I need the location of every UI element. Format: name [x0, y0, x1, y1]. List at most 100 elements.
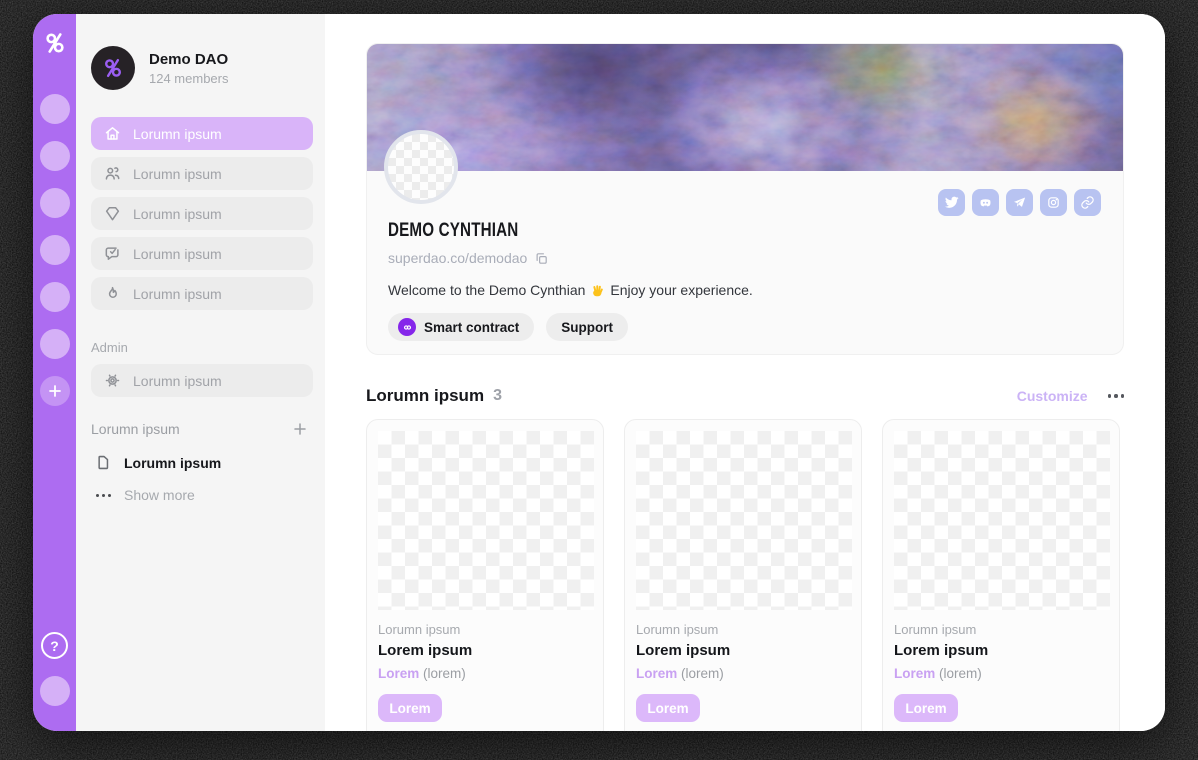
sidebar: Demo DAO 124 members Lorumn ipsum Lorumn…: [76, 14, 325, 731]
link-icon: [1081, 196, 1094, 209]
tier-action-button[interactable]: Lorem: [378, 694, 442, 722]
section-count: 3: [493, 387, 502, 404]
pages-section-title: Lorumn ipsum: [91, 421, 180, 437]
tier-title: Lorem ipsum: [894, 642, 989, 659]
instagram-link[interactable]: [1040, 189, 1067, 216]
discord-link[interactable]: [972, 189, 999, 216]
tier-overline: Lorumn ipsum: [636, 622, 719, 637]
document-icon: [98, 455, 109, 470]
section-more-icon[interactable]: [1107, 394, 1124, 398]
ellipsis-icon: [94, 493, 113, 497]
dao-placeholder-avatar[interactable]: [39, 329, 70, 359]
sidebar-item-label: Lorumn ipsum: [133, 245, 222, 262]
section-header-actions: Customize: [1017, 388, 1124, 404]
main-content: DEMO CYNTHIAN superdao.co/demodao Welcom…: [325, 14, 1165, 731]
dao-placeholder-avatar[interactable]: [39, 94, 70, 124]
contract-link-icon: [398, 318, 416, 336]
rail-bottom-group: ?: [39, 632, 70, 706]
customize-link[interactable]: Customize: [1017, 388, 1088, 404]
superdao-logo-icon: [105, 58, 122, 78]
tier-cards-row: Lorumn ipsum Lorem ipsum Lorem (lorem) L…: [366, 419, 1124, 731]
nft-section-header: Lorumn ipsum 3 Customize: [366, 386, 1124, 406]
welcome-message: Welcome to the Demo Cynthian Enjoy your …: [388, 282, 1101, 298]
tier-link-note: (lorem): [681, 666, 724, 681]
tier-title: Lorem ipsum: [636, 642, 731, 659]
tier-card[interactable]: Lorumn ipsum Lorem ipsum Lorem (lorem) L…: [624, 419, 862, 731]
user-avatar[interactable]: [39, 676, 70, 706]
chat-check-icon: [105, 247, 119, 260]
dao-header[interactable]: Demo DAO 124 members: [91, 46, 313, 90]
home-icon: [105, 127, 120, 140]
dao-profile-avatar-placeholder[interactable]: [384, 130, 458, 204]
tier-image-placeholder: [636, 431, 852, 610]
cover-image: [367, 44, 1123, 171]
external-link[interactable]: [1074, 189, 1101, 216]
tier-link[interactable]: Lorem: [894, 666, 935, 681]
welcome-text-before: Welcome to the Demo Cynthian: [388, 282, 586, 298]
twitter-icon: [944, 196, 959, 208]
discord-icon: [980, 199, 991, 207]
social-links: [938, 189, 1101, 216]
dao-profile-title: DEMO CYNTHIAN: [388, 220, 519, 241]
sidebar-item-label: Lorumn ipsum: [133, 372, 222, 389]
tier-overline: Lorumn ipsum: [894, 622, 977, 637]
support-label: Support: [561, 319, 614, 335]
sidebar-item-label: Lorumn ipsum: [133, 165, 222, 182]
workspace-rail: ?: [33, 14, 76, 731]
tier-link-note: (lorem): [939, 666, 982, 681]
sidebar-item-members[interactable]: Lorumn ipsum: [91, 157, 313, 190]
support-button[interactable]: Support: [546, 313, 629, 341]
plus-icon: [48, 385, 61, 397]
instagram-icon: [1048, 197, 1059, 208]
tier-title: Lorem ipsum: [378, 642, 473, 659]
tier-image-placeholder: [378, 431, 594, 610]
dao-url-row: superdao.co/demodao: [388, 250, 1101, 266]
dao-placeholder-avatar[interactable]: [39, 235, 70, 265]
rail-dao-list: [39, 94, 70, 359]
tier-action-button[interactable]: Lorem: [636, 694, 700, 722]
telegram-link[interactable]: [1006, 189, 1033, 216]
sidebar-item-activity[interactable]: Lorumn ipsum: [91, 277, 313, 310]
tier-link[interactable]: Lorem: [378, 666, 419, 681]
sidebar-item-voting[interactable]: Lorumn ipsum: [91, 237, 313, 270]
show-more-button[interactable]: Show more: [91, 487, 313, 503]
show-more-label: Show more: [124, 487, 195, 503]
sidebar-page-item[interactable]: Lorumn ipsum: [91, 453, 313, 472]
tier-link-row: Lorem (lorem): [378, 666, 592, 681]
tier-card[interactable]: Lorumn ipsum Lorem ipsum Lorem (lorem) L…: [366, 419, 604, 731]
sidebar-item-admin[interactable]: Lorumn ipsum: [91, 364, 313, 397]
tier-link-row: Lorem (lorem): [636, 666, 850, 681]
admin-section-label: Admin: [91, 340, 128, 355]
tier-overline: Lorumn ipsum: [378, 622, 461, 637]
dao-placeholder-avatar[interactable]: [39, 188, 70, 218]
smart-contract-label: Smart contract: [424, 319, 520, 335]
tier-link-row: Lorem (lorem): [894, 666, 1108, 681]
twitter-link[interactable]: [938, 189, 965, 216]
cover-texture: [367, 44, 1123, 171]
sidebar-item-label: Lorumn ipsum: [133, 205, 222, 222]
dao-title-block: Demo DAO 124 members: [149, 51, 228, 86]
sidebar-item-treasury[interactable]: Lorumn ipsum: [91, 197, 313, 230]
smart-contract-button[interactable]: Smart contract: [388, 313, 535, 341]
dao-placeholder-avatar[interactable]: [39, 282, 70, 312]
section-title: Lorumn ipsum: [366, 386, 485, 405]
copy-icon[interactable]: [534, 251, 549, 266]
question-mark-icon: ?: [50, 637, 59, 654]
tier-card[interactable]: Lorumn ipsum Lorem ipsum Lorem (lorem) L…: [882, 419, 1120, 731]
superdao-logo-icon[interactable]: [42, 30, 68, 56]
dao-placeholder-avatar[interactable]: [39, 141, 70, 171]
welcome-text-after: Enjoy your experience.: [610, 282, 753, 298]
dao-name: Demo DAO: [149, 50, 229, 68]
add-page-plus-icon[interactable]: [293, 422, 307, 436]
help-button[interactable]: ?: [41, 632, 68, 659]
waving-hand-emoji: [593, 284, 604, 296]
tier-link-note: (lorem): [423, 666, 466, 681]
app-window: ? Demo DAO 124 members Lorumn ipsum Loru…: [33, 14, 1165, 731]
page-item-label: Lorumn ipsum: [124, 454, 222, 471]
add-dao-button[interactable]: [39, 376, 70, 406]
tier-action-button[interactable]: Lorem: [894, 694, 958, 722]
sidebar-item-label: Lorumn ipsum: [133, 285, 222, 302]
tier-link[interactable]: Lorem: [636, 666, 677, 681]
sidebar-item-home[interactable]: Lorumn ipsum: [91, 117, 313, 150]
pages-section-header: Lorumn ipsum: [91, 421, 313, 437]
